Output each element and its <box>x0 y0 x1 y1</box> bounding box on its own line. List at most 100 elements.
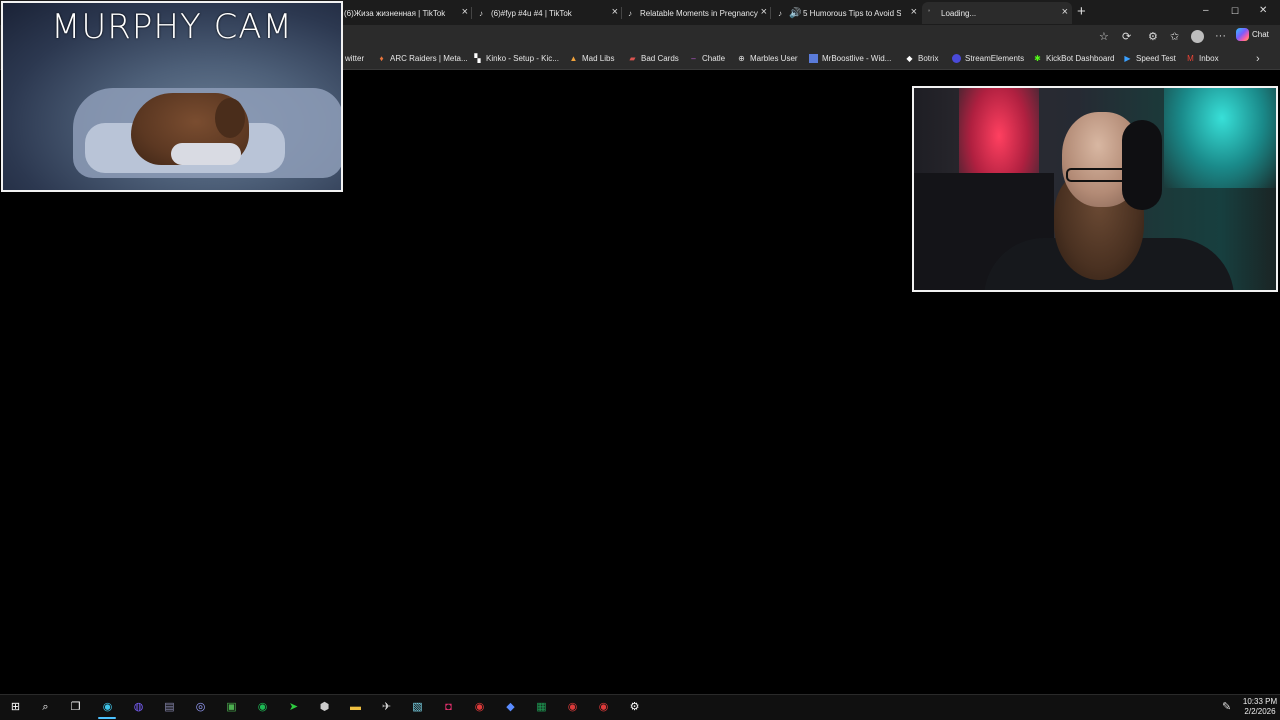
webcam-overlay <box>912 86 1278 292</box>
tab-5-active[interactable]: ʼ Loading... × <box>922 2 1072 24</box>
bookmark-label: Marbles User <box>750 54 798 63</box>
gmail-icon: M <box>1187 54 1194 63</box>
tab-title: Relatable Moments in Pregnancy: <box>640 8 758 18</box>
close-icon[interactable]: × <box>911 7 917 18</box>
bookmark-label: Botrix <box>918 54 939 63</box>
chat-label: Chat <box>1252 30 1269 39</box>
close-icon[interactable]: × <box>761 7 767 18</box>
mrboost-icon <box>809 54 818 63</box>
extensions-puzzle-icon[interactable]: ⚙ <box>1148 31 1158 43</box>
obs-icon[interactable]: ⬢ <box>317 700 332 714</box>
minimize-button[interactable]: – <box>1203 5 1209 17</box>
spotify-icon[interactable]: ◉ <box>255 700 270 714</box>
headset-image <box>1122 120 1162 210</box>
bookmark-botrix[interactable]: ◆ Botrix <box>905 54 938 63</box>
copilot-chat-button[interactable]: Chat <box>1236 28 1269 41</box>
extension-icon[interactable]: ⟳ <box>1122 31 1131 43</box>
tab-4[interactable]: ♪ 🔊 5 Humorous Tips to Avoid Ser × <box>775 2 921 24</box>
app-icon-red-1[interactable]: ◉ <box>472 700 487 714</box>
bookmark-mrboostlive[interactable]: MrBoostlive - Wid... <box>809 54 891 63</box>
bookmark-marbles-user[interactable]: ⊕ Marbles User <box>737 54 798 63</box>
app-icon-blue[interactable]: ◆ <box>503 700 518 714</box>
bookmark-label: witter <box>345 54 365 63</box>
address-bar[interactable] <box>344 28 1114 46</box>
murphy-cam-overlay: MURPHY CAM <box>1 1 343 192</box>
tab-title: Loading... <box>941 8 977 18</box>
taskbar-clock[interactable]: 10:33 PM 2/2/2026 <box>1242 697 1278 717</box>
active-app-indicator <box>98 717 116 719</box>
app-icon-red-2[interactable]: ◉ <box>565 700 580 714</box>
favorites-icon[interactable]: ✩ <box>1170 31 1179 43</box>
new-tab-button[interactable]: + <box>1077 4 1086 19</box>
bookmark-label: KickBot Dashboard <box>1046 54 1115 63</box>
bookmark-arc-raiders[interactable]: ♦ ARC Raiders | Meta... <box>377 54 468 63</box>
clock-time: 10:33 PM <box>1242 697 1278 706</box>
minecraft-icon[interactable]: ▣ <box>224 700 239 714</box>
murphy-cam-title: MURPHY CAM <box>51 7 293 47</box>
bookmark-kinko[interactable]: ▚ Kinko - Setup - Kic... <box>473 54 559 63</box>
chrome-icon[interactable]: ◍ <box>131 700 146 714</box>
tiktok-icon: ♪ <box>778 8 782 18</box>
bookmark-speed-test[interactable]: ▶ Speed Test <box>1123 54 1176 63</box>
bookmark-bad-cards[interactable]: ▰ Bad Cards <box>628 54 679 63</box>
bookmark-label: ARC Raiders | Meta... <box>390 54 468 63</box>
start-icon[interactable]: ⊞ <box>8 700 23 714</box>
file-explorer-icon[interactable]: ▬ <box>348 700 363 714</box>
bookmark-twitter[interactable]: witter <box>345 54 364 63</box>
app-icon-bird[interactable]: ✈ <box>379 700 394 714</box>
speaker-icon[interactable]: 🔊 <box>789 8 801 19</box>
app-icon-red-3[interactable]: ◉ <box>596 700 611 714</box>
tab-title: (6)Жиза жизненная | TikTok <box>344 8 446 18</box>
close-icon[interactable]: × <box>612 7 618 18</box>
maximize-button[interactable]: ☐ <box>1231 5 1239 17</box>
tab-3[interactable]: ♪ Relatable Moments in Pregnancy: × <box>625 2 771 24</box>
instagram-icon[interactable]: ◘ <box>441 700 456 714</box>
bookmark-label: StreamElements <box>965 54 1025 63</box>
tab-title: (6)#fyp #4u #4 | TikTok <box>491 8 572 18</box>
kickbot-icon: ✱ <box>1034 54 1041 63</box>
notepad-icon[interactable]: ▧ <box>410 700 425 714</box>
mad-libs-icon: ▲ <box>569 54 578 63</box>
kinko-icon: ▚ <box>474 54 481 63</box>
tab-2[interactable]: ♪ (6)#fyp #4u #4 | TikTok × <box>476 2 622 24</box>
app-icon-green[interactable]: ➤ <box>286 700 301 714</box>
chevron-right-icon[interactable]: › <box>1256 53 1260 65</box>
bookmark-streamelements[interactable]: StreamElements <box>952 54 1024 63</box>
tiktok-icon: ♪ <box>479 8 483 18</box>
bookmark-label: Mad Libs <box>582 54 615 63</box>
bookmark-label: Bad Cards <box>641 54 679 63</box>
settings-icon[interactable]: ⚙ <box>627 700 642 714</box>
edge-icon[interactable]: ◉ <box>100 700 115 714</box>
bad-cards-icon: ▰ <box>629 54 636 63</box>
search-icon[interactable]: ⌕ <box>38 700 53 714</box>
bookmark-chatle[interactable]: – Chatle <box>689 54 725 63</box>
tab-1[interactable]: (6)Жиза жизненная | TikTok × <box>344 2 472 24</box>
bookmark-label: Inbox <box>1199 54 1219 63</box>
task-view-icon[interactable]: ❐ <box>68 700 83 714</box>
avatar[interactable] <box>1191 30 1204 43</box>
streamelements-icon <box>952 54 961 63</box>
clock-date: 2/2/2026 <box>1244 707 1276 716</box>
bookmark-label: Kinko - Setup - Kic... <box>486 54 559 63</box>
bookmark-label: Speed Test <box>1136 54 1176 63</box>
close-window-button[interactable]: ✕ <box>1259 5 1267 17</box>
more-menu-icon[interactable]: ··· <box>1215 30 1226 42</box>
tiktok-icon: ♪ <box>628 8 632 18</box>
speedtest-icon: ▶ <box>1124 54 1131 63</box>
chatle-icon: – <box>691 54 696 63</box>
pen-icon[interactable]: ✎ <box>1222 700 1231 713</box>
favorite-star-icon[interactable]: ☆ <box>1099 31 1109 43</box>
loading-icon: ʼ <box>928 8 930 18</box>
bookmark-kickbot[interactable]: ✱ KickBot Dashboard <box>1033 54 1114 63</box>
copilot-icon <box>1236 28 1249 41</box>
discord-icon[interactable]: ◎ <box>193 700 208 714</box>
excel-icon[interactable]: ▦ <box>534 700 549 714</box>
bookmark-inbox[interactable]: M Inbox <box>1186 54 1219 63</box>
close-icon[interactable]: × <box>1062 7 1068 18</box>
globe-icon: ⊕ <box>738 54 745 63</box>
bookmark-label: MrBoostlive - Wid... <box>822 54 892 63</box>
bookmark-mad-libs[interactable]: ▲ Mad Libs <box>569 54 615 63</box>
app-icon-1[interactable]: ▤ <box>162 700 177 714</box>
bookmark-label: Chatle <box>702 54 726 63</box>
close-icon[interactable]: × <box>462 7 468 18</box>
